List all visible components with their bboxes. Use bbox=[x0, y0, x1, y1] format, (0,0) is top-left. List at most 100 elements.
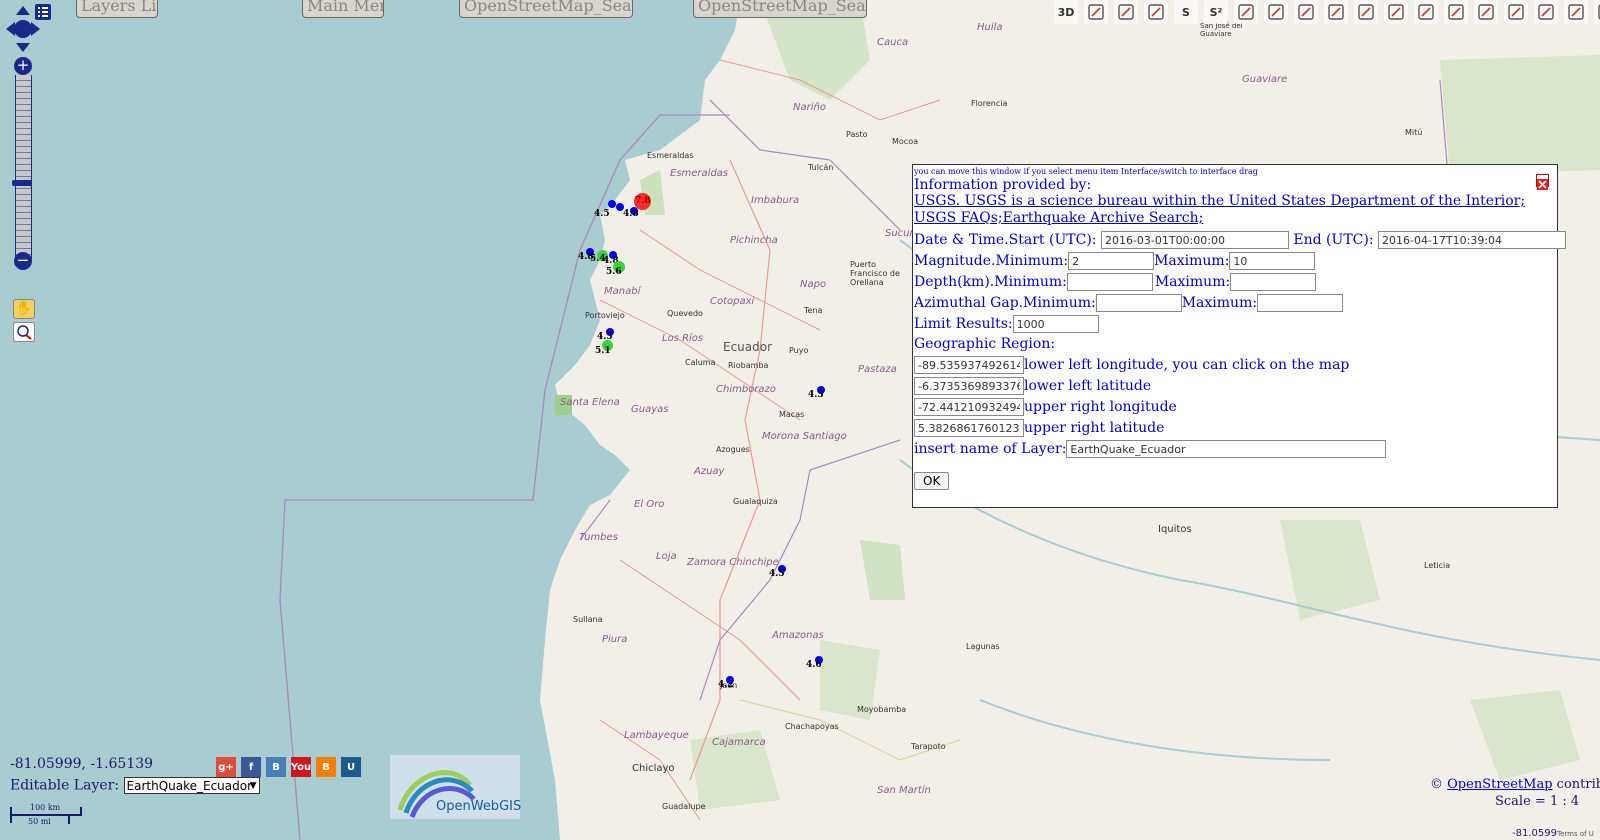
map-label-chimborazo: Chimborazo bbox=[716, 384, 776, 395]
zoom-in-button[interactable]: + bbox=[14, 57, 32, 75]
magnitude-min-label: Magnitude.Minimum: bbox=[914, 253, 1069, 269]
modify-icon[interactable] bbox=[1504, 0, 1528, 24]
lower-left-latitude-input[interactable] bbox=[914, 377, 1024, 395]
zoom-box-icon[interactable] bbox=[13, 322, 35, 342]
magnitude-max-input[interactable] bbox=[1229, 252, 1316, 270]
drag-feature-icon[interactable] bbox=[1384, 0, 1408, 24]
map-label-macas: Macas bbox=[779, 410, 805, 419]
layers-switcher-icon[interactable] bbox=[35, 4, 51, 20]
quake-magnitude-label: 5.1 bbox=[595, 346, 611, 356]
terms-link[interactable]: Terms of U bbox=[1557, 830, 1594, 838]
dialog-hint: you can move this window if you select m… bbox=[914, 167, 1258, 176]
gap-max-input[interactable] bbox=[1257, 294, 1344, 312]
upper-right-longitude-input[interactable] bbox=[914, 398, 1024, 416]
scale-text: Scale = 1 : 4 bbox=[1495, 794, 1580, 809]
facebook-icon[interactable]: f bbox=[241, 757, 261, 777]
map-label-portoviejo: Portoviejo bbox=[585, 311, 625, 320]
quake-magnitude-label: 7.8 bbox=[635, 196, 651, 206]
archive-search-link[interactable]: Earthquake Archive Search; bbox=[1003, 210, 1204, 226]
openwebgis-logo-text: OpenWebGIS bbox=[436, 799, 522, 814]
print-icon[interactable] bbox=[1114, 0, 1138, 24]
map-label-loja: Loja bbox=[656, 551, 677, 562]
zoom-slider-handle[interactable] bbox=[12, 180, 32, 186]
draw-polygon-icon[interactable] bbox=[1354, 0, 1378, 24]
map-label-esmeraldas-province: Esmeraldas bbox=[670, 168, 729, 179]
map-label-puyo: Puyo bbox=[789, 346, 809, 355]
earthquake-query-dialog[interactable]: you can move this window if you select m… bbox=[912, 164, 1566, 508]
contributors-text: contributo bbox=[1556, 777, 1600, 792]
map-label-tumbes: Tumbes bbox=[579, 532, 618, 543]
pan-move-icon[interactable] bbox=[1324, 0, 1348, 24]
osm-attribution-link[interactable]: OpenStreetMap bbox=[1447, 777, 1552, 792]
blogger-b-icon-glyph: B bbox=[272, 761, 280, 773]
blogger-icon[interactable]: B bbox=[316, 757, 336, 777]
map-label-cotopaxi: Cotopaxi bbox=[710, 296, 755, 307]
map-label-caluma: Calumа bbox=[685, 358, 716, 367]
zoom-slider[interactable] bbox=[15, 75, 32, 260]
youtube-icon[interactable]: You bbox=[291, 757, 311, 777]
resize-icon[interactable] bbox=[1564, 0, 1588, 24]
scale-mi-label: 50 mi bbox=[28, 817, 51, 826]
save-icon[interactable] bbox=[1444, 0, 1468, 24]
delete-feature-icon[interactable] bbox=[1414, 0, 1438, 24]
editable-layer-select[interactable]: EarthQuake_Ecuador ▼ bbox=[123, 777, 260, 794]
openwebgis-icon[interactable]: U bbox=[341, 757, 361, 777]
osm-search-tab-2[interactable]: OpenStreetMap_Search: bbox=[693, 0, 867, 18]
usgs-faq-link[interactable]: USGS FAQs; bbox=[914, 210, 1003, 226]
map-label-iquitos: Iquitos bbox=[1158, 524, 1192, 535]
map-label-ecuador: Ecuador bbox=[723, 340, 773, 354]
map-label-pasto: Pasto bbox=[846, 130, 868, 139]
globe-icon[interactable] bbox=[1144, 0, 1168, 24]
map-label-lambayeque: Lambayeque bbox=[624, 730, 689, 741]
upper-right-longitude-label: upper right longitude bbox=[1024, 399, 1177, 415]
depth-min-input[interactable] bbox=[1066, 273, 1153, 291]
info-icon[interactable]: S² bbox=[1204, 0, 1228, 24]
map-label-riobamba: Riobamba bbox=[728, 361, 769, 370]
fullscreen-icon[interactable] bbox=[1594, 0, 1600, 24]
close-button[interactable] bbox=[1536, 174, 1549, 190]
depth-max-input[interactable] bbox=[1230, 273, 1317, 291]
end-date-input[interactable] bbox=[1378, 231, 1566, 249]
draw-line-icon[interactable] bbox=[1264, 0, 1288, 24]
3d-view-icon-label: 3D bbox=[1057, 5, 1075, 19]
blogger-b-icon[interactable]: B bbox=[266, 757, 286, 777]
map-label-napo: Napo bbox=[800, 279, 827, 290]
upper-right-latitude-input[interactable] bbox=[914, 419, 1024, 437]
copyright-symbol: © bbox=[1430, 777, 1443, 792]
quake-marker[interactable] bbox=[608, 200, 616, 208]
map-label-tarapoto: Tarapoto bbox=[911, 742, 946, 751]
main-menu-tab[interactable]: Main Menu bbox=[302, 0, 384, 18]
map-label-narino: Nariño bbox=[793, 102, 826, 113]
map-label-piura: Piura bbox=[602, 634, 628, 645]
limit-results-label: Limit Results: bbox=[914, 316, 1013, 332]
lower-left-longitude-input[interactable] bbox=[914, 356, 1024, 374]
limit-results-input[interactable] bbox=[1012, 315, 1099, 333]
3d-view-icon[interactable]: 3D bbox=[1054, 0, 1078, 24]
map-label-azogues: Azogues bbox=[716, 445, 750, 454]
search-icon[interactable]: S bbox=[1174, 0, 1198, 24]
quake-magnitude-label: 4.3 bbox=[808, 390, 824, 400]
edit-icon[interactable] bbox=[1294, 0, 1318, 24]
map-label-mitu: Mitú bbox=[1405, 128, 1423, 137]
layer-name-input[interactable] bbox=[1066, 440, 1387, 458]
ok-button[interactable]: OK bbox=[914, 472, 950, 490]
openwebgis-logo[interactable]: OpenWebGIS bbox=[390, 755, 522, 819]
layers-list-tab[interactable]: Layers List bbox=[76, 0, 158, 18]
draw-area-icon[interactable] bbox=[1534, 0, 1558, 24]
gap-min-input[interactable] bbox=[1095, 294, 1182, 312]
map-label-guadalupe: Guadalupe bbox=[662, 802, 706, 811]
locate-icon[interactable] bbox=[1084, 0, 1108, 24]
blogger-icon-glyph: B bbox=[322, 761, 330, 773]
measure-icon[interactable] bbox=[1234, 0, 1258, 24]
scale-bar: 100 km 50 mi bbox=[10, 803, 84, 827]
osm-search-tab-1[interactable]: OpenStreetMap_Search: bbox=[459, 0, 633, 18]
usgs-link[interactable]: USGS. USGS is a science bureau within th… bbox=[914, 193, 1525, 209]
start-date-input[interactable] bbox=[1100, 231, 1289, 249]
zoom-out-button[interactable]: − bbox=[14, 252, 32, 270]
magnitude-min-input[interactable] bbox=[1068, 252, 1155, 270]
select-icon[interactable] bbox=[1474, 0, 1498, 24]
map-label-zamora-chinchipe: Zamora Chinchipe bbox=[687, 557, 779, 568]
pan-hand-icon[interactable]: ✋ bbox=[13, 299, 35, 319]
google-plus-icon[interactable]: g+ bbox=[216, 757, 236, 777]
mouse-coordinates: -81.05999, -1.65139 bbox=[10, 756, 154, 772]
